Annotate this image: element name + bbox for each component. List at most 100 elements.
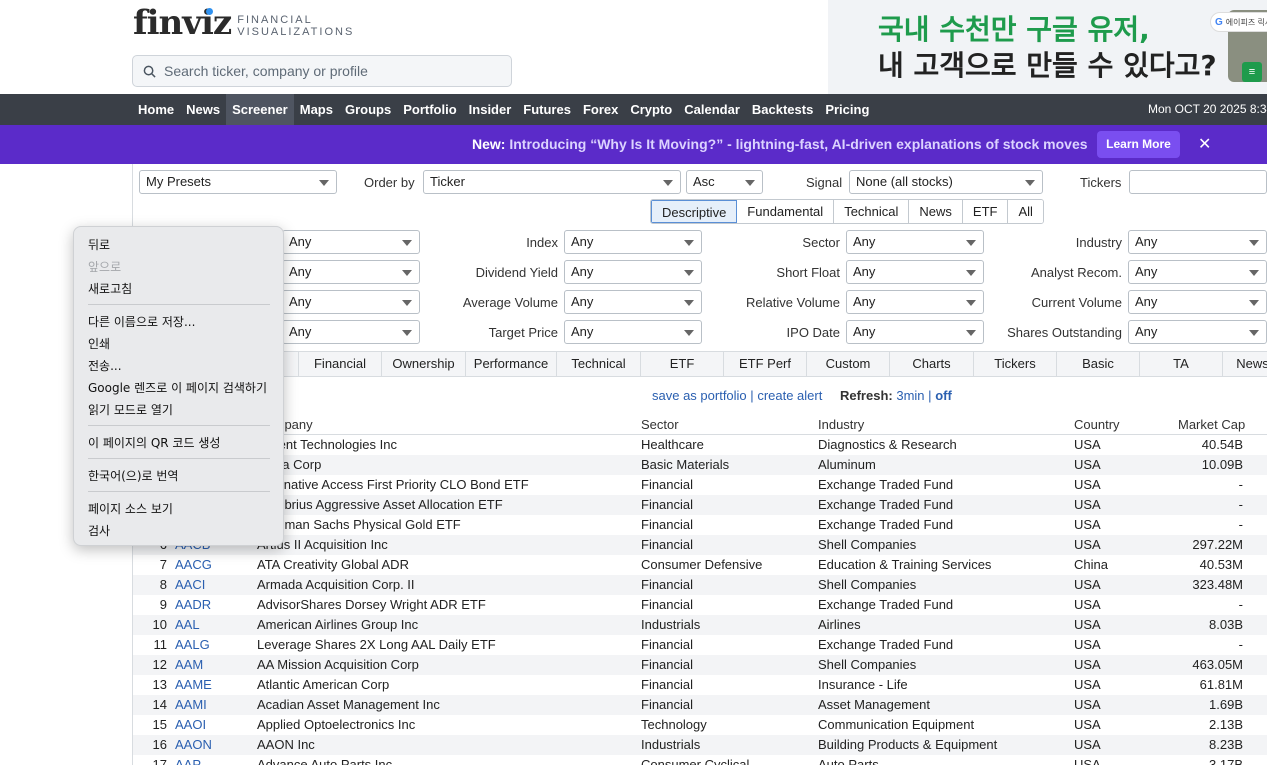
ticker-link[interactable]: AAL (175, 615, 200, 635)
view-tab-tickers[interactable]: Tickers (974, 352, 1057, 376)
ticker-link[interactable]: AALG (175, 635, 210, 655)
presets-select[interactable]: My Presets (139, 170, 337, 194)
target-price-select[interactable]: Any (564, 320, 702, 344)
menu-translate[interactable]: 한국어(으)로 번역 (88, 467, 178, 484)
view-tab-performance[interactable]: Performance (466, 352, 557, 376)
nav-news[interactable]: News (180, 94, 226, 125)
col-industry[interactable]: Industry (818, 417, 864, 432)
create-alert-link[interactable]: create alert (757, 388, 822, 403)
save-as-portfolio-link[interactable]: save as portfolio (652, 388, 747, 403)
current-volume-select[interactable]: Any (1128, 290, 1267, 314)
nav-pricing[interactable]: Pricing (819, 94, 875, 125)
table-row[interactable]: 14 AAMI Acadian Asset Management Inc Financ… (133, 695, 1267, 715)
table-row[interactable]: 3AAAAlternative Access First Priority CL… (133, 475, 1267, 495)
menu-reload[interactable]: 새로고침 (88, 280, 132, 297)
filter-tab-etf[interactable]: ETF (962, 200, 1009, 223)
ticker-link[interactable]: AADR (175, 595, 211, 615)
ticker-link[interactable]: AACI (175, 575, 205, 595)
refresh-off-link[interactable]: off (935, 388, 952, 403)
table-row[interactable]: 15 AAOI Applied Optoelectronics Inc Technol… (133, 715, 1267, 735)
nav-groups[interactable]: Groups (339, 94, 397, 125)
view-tab-ownership[interactable]: Ownership (382, 352, 466, 376)
ticker-link[interactable]: AAOI (175, 715, 206, 735)
dividend-yield-select[interactable]: Any (564, 260, 702, 284)
ad-banner[interactable]: 국내 수천만 구글 유저, 내 고객으로 만들 수 있다고? G에이피즈 릭서 … (828, 0, 1267, 94)
nav-home[interactable]: Home (132, 94, 180, 125)
table-row[interactable]: 12 AAM AA Mission Acquisition Corp Financia… (133, 655, 1267, 675)
analyst-recom-select[interactable]: Any (1128, 260, 1267, 284)
nav-calendar[interactable]: Calendar (678, 94, 746, 125)
average-volume-select[interactable]: Any (564, 290, 702, 314)
ticker-link[interactable]: AACG (175, 555, 212, 575)
nav-insider[interactable]: Insider (463, 94, 518, 125)
ipo-date-select[interactable]: Any (846, 320, 984, 344)
menu-google-lens[interactable]: Google 렌즈로 이 페이지 검색하기 (88, 379, 267, 396)
learn-more-button[interactable]: Learn More (1097, 131, 1180, 158)
table-row[interactable]: 2AAAlcoa CorpBasic MaterialsAluminumUSA1… (133, 455, 1267, 475)
nav-forex[interactable]: Forex (577, 94, 624, 125)
table-row[interactable]: 16 AAON AAON Inc Industrials Building Produc… (133, 735, 1267, 755)
menu-view-source[interactable]: 페이지 소스 보기 (88, 500, 173, 517)
view-tab-technical[interactable]: Technical (557, 352, 641, 376)
filter-tab-news[interactable]: News (909, 200, 963, 223)
filter-tab-fundamental[interactable]: Fundamental (737, 200, 835, 223)
table-row[interactable]: 17 AAP Advance Auto Parts Inc Consumer Cycl… (133, 755, 1267, 765)
ticker-link[interactable]: AAM (175, 655, 203, 675)
table-row[interactable]: 1AAgilent Technologies IncHealthcareDiag… (133, 435, 1267, 455)
table-row[interactable]: 6AACBArtius II Acquisition IncFinancialS… (133, 535, 1267, 555)
finviz-logo[interactable]: finviz FINANCIAL VISUALIZATIONS (133, 4, 354, 42)
filter-0-select[interactable]: Any (282, 230, 420, 254)
ad-settings-icon[interactable]: ≡ (1242, 62, 1262, 82)
nav-screener[interactable]: Screener (226, 94, 294, 125)
nav-backtests[interactable]: Backtests (746, 94, 819, 125)
table-row[interactable]: 7 AACG ATA Creativity Global ADR Consumer D… (133, 555, 1267, 575)
banner-text[interactable]: New: Introducing “Why Is It Moving?” - l… (472, 136, 1088, 152)
filter-4-select[interactable]: Any (282, 260, 420, 284)
signal-select[interactable]: None (all stocks) (849, 170, 1043, 194)
filter-tab-descriptive[interactable]: Descriptive (651, 200, 738, 223)
nav-portfolio[interactable]: Portfolio (397, 94, 462, 125)
nav-futures[interactable]: Futures (517, 94, 577, 125)
view-tab-basic[interactable]: Basic (1057, 352, 1140, 376)
table-row[interactable]: 8 AACI Armada Acquisition Corp. II Financia… (133, 575, 1267, 595)
order-by-select[interactable]: Ticker (423, 170, 681, 194)
view-tab-etf-perf[interactable]: ETF Perf (724, 352, 807, 376)
nav-maps[interactable]: Maps (294, 94, 339, 125)
filter-12-select[interactable]: Any (282, 320, 420, 344)
search-input[interactable]: Search ticker, company or profile (132, 55, 512, 87)
table-row[interactable]: 9 AADR AdvisorShares Dorsey Wright ADR ETF… (133, 595, 1267, 615)
refresh-3min-link[interactable]: 3min (896, 388, 924, 403)
col-market-cap[interactable]: Market Cap (1178, 417, 1245, 432)
view-tab-custom[interactable]: Custom (807, 352, 890, 376)
relative-volume-select[interactable]: Any (846, 290, 984, 314)
index-select[interactable]: Any (564, 230, 702, 254)
table-row[interactable]: 4AAAUCambrius Aggressive Asset Allocatio… (133, 495, 1267, 515)
filter-tab-all[interactable]: All (1008, 200, 1043, 223)
menu-cast[interactable]: 전송... (88, 357, 122, 374)
filter-tab-technical[interactable]: Technical (834, 200, 910, 223)
menu-print[interactable]: 인쇄 (88, 335, 110, 352)
view-tab-financial[interactable]: Financial (299, 352, 382, 376)
nav-crypto[interactable]: Crypto (624, 94, 678, 125)
filter-8-select[interactable]: Any (282, 290, 420, 314)
col-sector[interactable]: Sector (641, 417, 679, 432)
shares-outstanding-select[interactable]: Any (1128, 320, 1267, 344)
menu-reader-mode[interactable]: 읽기 모드로 열기 (88, 401, 173, 418)
ticker-link[interactable]: AAMI (175, 695, 207, 715)
menu-inspect[interactable]: 검사 (88, 522, 110, 539)
ticker-link[interactable]: AAME (175, 675, 212, 695)
menu-back[interactable]: 뒤로 (88, 236, 110, 253)
table-row[interactable]: 5AAAUGoldman Sachs Physical Gold ETFFina… (133, 515, 1267, 535)
industry-select[interactable]: Any (1128, 230, 1267, 254)
menu-qr-code[interactable]: 이 페이지의 QR 코드 생성 (88, 434, 220, 451)
col-country[interactable]: Country (1074, 417, 1120, 432)
short-float-select[interactable]: Any (846, 260, 984, 284)
ticker-link[interactable]: AAP (175, 755, 201, 765)
table-row[interactable]: 11 AALG Leverage Shares 2X Long AAL Daily … (133, 635, 1267, 655)
view-tab-etf[interactable]: ETF (641, 352, 724, 376)
table-row[interactable]: 10 AAL American Airlines Group Inc Industri… (133, 615, 1267, 635)
sector-select[interactable]: Any (846, 230, 984, 254)
ticker-link[interactable]: AAON (175, 735, 212, 755)
view-tab-ta[interactable]: TA (1140, 352, 1223, 376)
view-tab-news[interactable]: News (1223, 352, 1267, 376)
